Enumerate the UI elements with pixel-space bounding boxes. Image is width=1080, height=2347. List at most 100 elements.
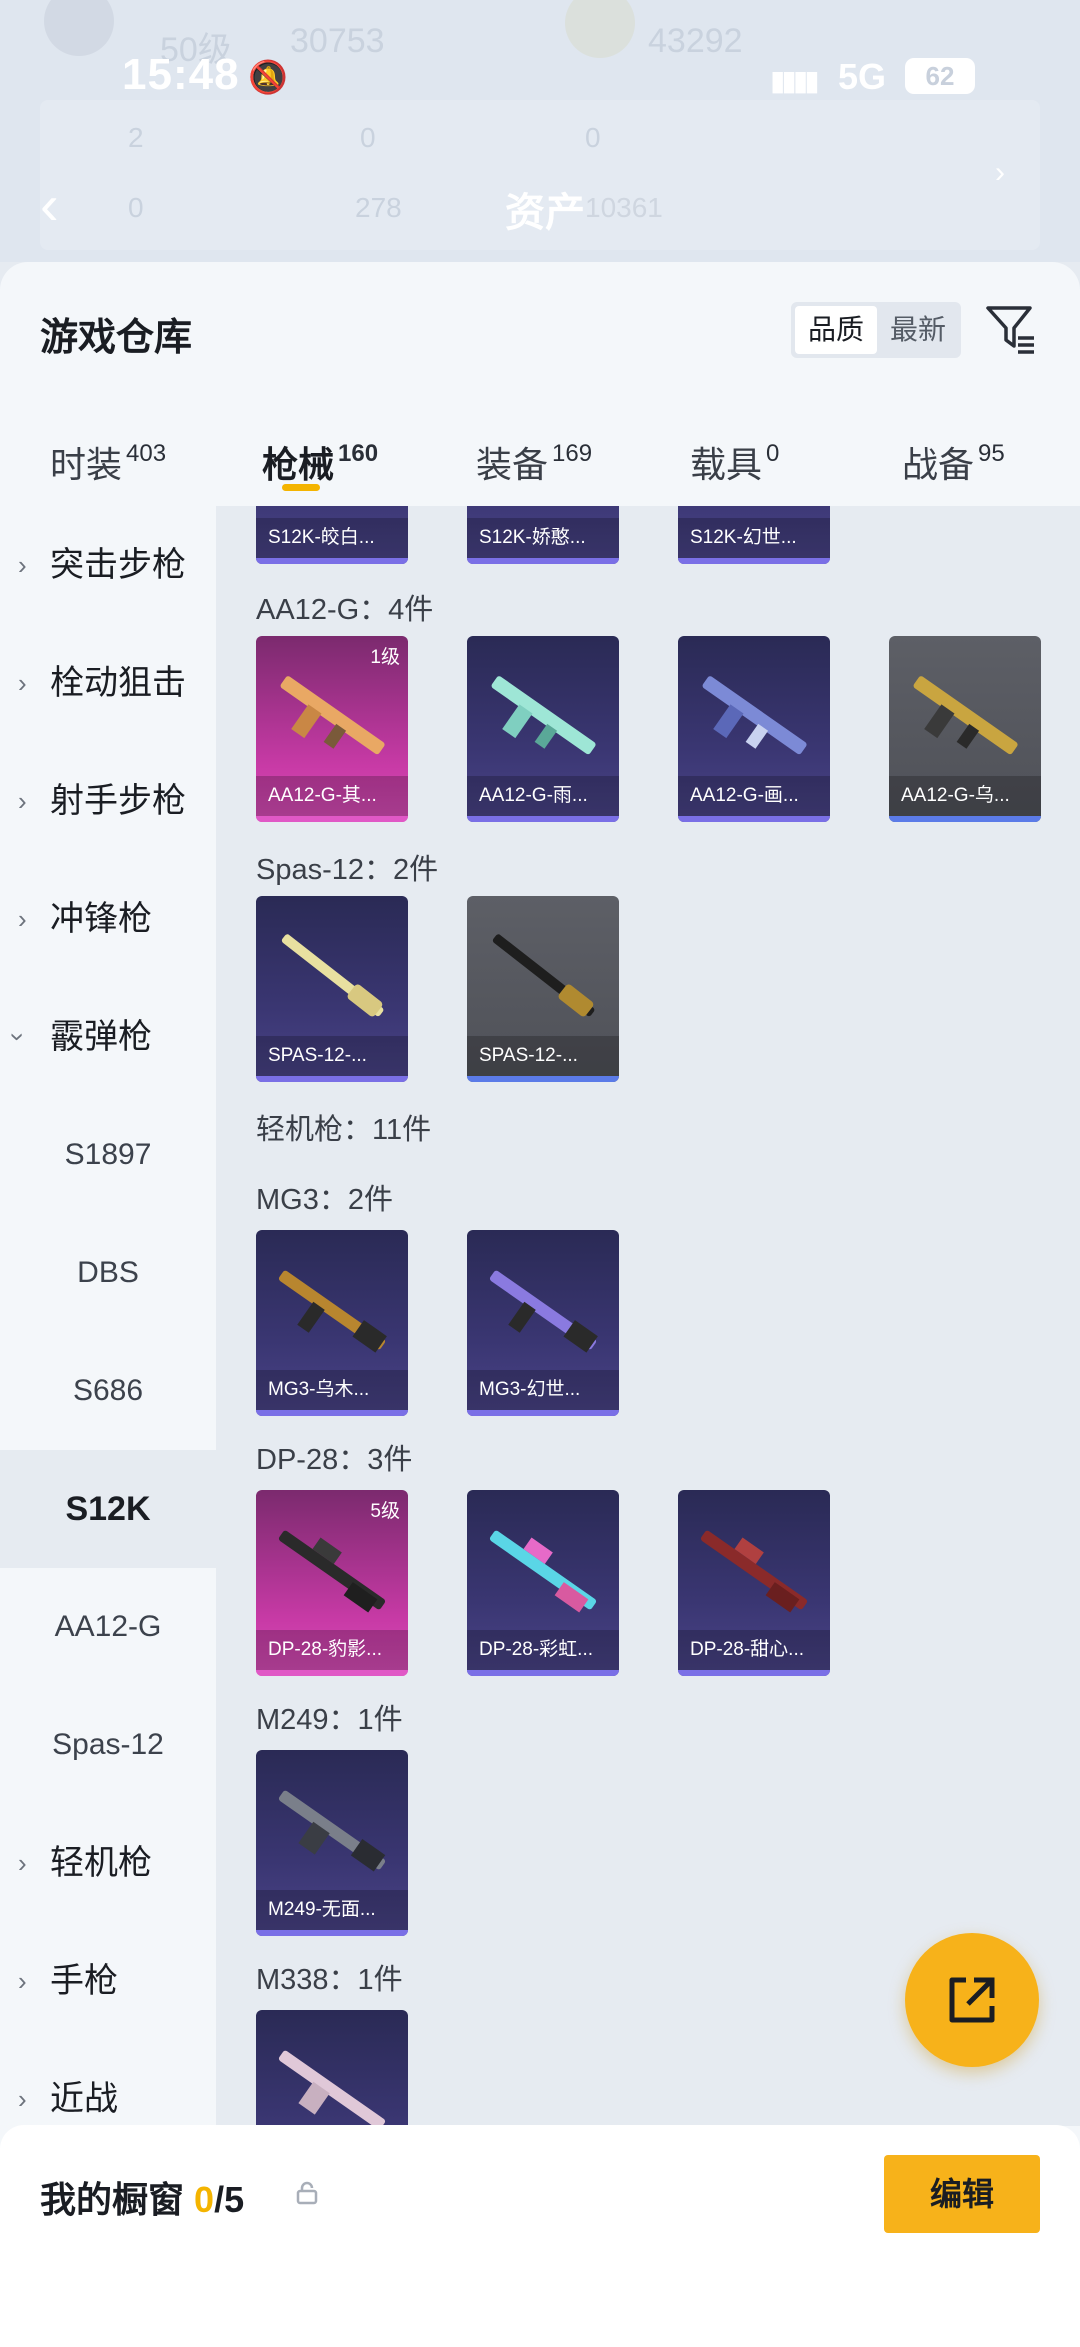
weapon-name: AA12-G-其... — [256, 776, 408, 816]
mute-bell-icon: 🔕 — [248, 59, 288, 95]
machine-gun-icon — [278, 2050, 386, 2126]
rarity-strip — [256, 1670, 408, 1676]
sidebar-item-pistol[interactable]: › 手枪 — [0, 1922, 216, 2040]
sidebar-item-marksman-rifle[interactable]: › 射手步枪 — [0, 742, 216, 860]
sidebar-item-label: 射手步枪 — [50, 782, 186, 820]
battery-icon: 62 — [905, 58, 975, 94]
tab-vehicles[interactable]: 载具 0 — [690, 436, 779, 516]
back-arrow-icon[interactable]: ‹ — [40, 172, 59, 237]
stat-1: 2 — [128, 122, 144, 153]
machine-gun-icon — [489, 1270, 598, 1353]
machine-gun-icon — [489, 1530, 597, 1613]
sidebar-item-lmg[interactable]: › 轻机枪 — [0, 1804, 216, 1922]
network-type: 5G — [838, 56, 887, 97]
panel-title: 游戏仓库 — [40, 317, 193, 359]
active-tab-indicator — [282, 484, 320, 491]
showcase-title: 我的橱窗 — [40, 2179, 185, 2220]
weapon-card[interactable]: 5级 DP-28-豹影... — [256, 1490, 408, 1676]
shotgun-icon — [492, 934, 595, 1017]
weapon-card[interactable]: M249-无面... — [256, 1750, 408, 1936]
weapon-card[interactable] — [256, 2010, 408, 2126]
share-icon — [949, 1977, 995, 2023]
tab-label: 枪械 — [262, 444, 335, 485]
chevron-right-icon: › — [18, 1966, 27, 1996]
weapon-card[interactable]: SPAS-12-... — [467, 896, 619, 1082]
weapon-card[interactable]: MG3-幻世... — [467, 1230, 619, 1416]
sidebar-item-label: 冲锋枪 — [50, 900, 152, 938]
weapon-card[interactable]: MG3-乌木... — [256, 1230, 408, 1416]
weapon-name: S12K-幻世... — [678, 518, 830, 558]
weapon-name: MG3-乌木... — [256, 1370, 408, 1410]
tab-equipment[interactable]: 装备 169 — [476, 436, 592, 516]
sort-quality-button[interactable]: 品质 — [795, 306, 877, 354]
sidebar-item-label: 手枪 — [50, 1962, 118, 2000]
weapon-card[interactable]: S12K-幻世... — [678, 506, 830, 564]
showcase-bar: 我的橱窗 0/5 编辑 — [0, 2125, 1080, 2347]
chevron-right-icon[interactable]: › — [995, 156, 1005, 190]
sidebar-sub-dbs[interactable]: DBS — [0, 1214, 216, 1332]
shotgun-icon — [280, 676, 385, 755]
stat-5: 278 — [355, 192, 402, 223]
rarity-strip — [889, 816, 1041, 822]
sidebar-item-smg[interactable]: › 冲锋枪 — [0, 860, 216, 978]
weapon-card[interactable]: DP-28-彩虹... — [467, 1490, 619, 1676]
weapon-grid: S12K-皎白... S12K-娇憨... S12K-幻世... AA12-G：… — [216, 506, 1080, 2126]
section-title: M338：1件 — [256, 1964, 403, 1996]
machine-gun-icon — [700, 1530, 808, 1613]
section-title: Spas-12：2件 — [256, 854, 439, 886]
section-title: M249：1件 — [256, 1704, 403, 1736]
weapon-card[interactable]: AA12-G-雨... — [467, 636, 619, 822]
sort-newest-button[interactable]: 最新 — [879, 306, 957, 354]
weapon-name: M249-无面... — [256, 1890, 408, 1930]
tab-label: 时装 — [50, 444, 123, 485]
tab-battle-gear[interactable]: 战备 95 — [902, 436, 1005, 516]
stat-3: 0 — [585, 122, 601, 153]
status-bar: 15:48 🔕 ▮▮▮▮ 5G 62 — [0, 50, 1080, 110]
profile-header-background: 50级 30753 43292 2 0 0 0 278 15:48 🔕 ▮▮▮▮… — [0, 0, 1080, 262]
share-button[interactable] — [905, 1933, 1039, 2067]
signal-icon: ▮▮▮▮ — [770, 65, 820, 96]
rarity-strip — [467, 1670, 619, 1676]
tab-fashion[interactable]: 时装 403 — [50, 436, 166, 516]
weapon-card[interactable]: AA12-G-画... — [678, 636, 830, 822]
weapon-card[interactable]: 1级 AA12-G-其... — [256, 636, 408, 822]
tab-firearms[interactable]: 枪械 160 — [262, 436, 378, 516]
showcase-label: 我的橱窗 0/5 — [40, 2171, 244, 2223]
rarity-strip — [678, 1670, 830, 1676]
weapon-name: S12K-皎白... — [256, 518, 408, 558]
rarity-strip — [467, 1076, 619, 1082]
sidebar-sub-aa12g[interactable]: AA12-G — [0, 1568, 216, 1686]
weapon-card[interactable]: DP-28-甜心... — [678, 1490, 830, 1676]
sidebar-item-label: 轻机枪 — [50, 1844, 152, 1882]
stat-2: 0 — [360, 122, 376, 153]
shotgun-icon — [281, 934, 384, 1017]
machine-gun-icon — [278, 1270, 387, 1353]
sidebar-item-shotgun[interactable]: › 霰弹枪 — [0, 978, 216, 1096]
rarity-strip — [256, 558, 408, 564]
edit-button[interactable]: 编辑 — [884, 2155, 1040, 2233]
weapon-card[interactable]: S12K-娇憨... — [467, 506, 619, 564]
rarity-strip — [256, 816, 408, 822]
tab-label: 载具 — [690, 444, 763, 485]
weapon-card[interactable]: S12K-皎白... — [256, 506, 408, 564]
sort-toggle: 品质 最新 — [791, 302, 961, 358]
sidebar-item-assault-rifle[interactable]: › 突击步枪 — [0, 506, 216, 624]
category-tabs: 时装 403 枪械 160 装备 169 载具 0 战备 95 — [0, 412, 1080, 502]
chevron-right-icon: › — [18, 786, 27, 816]
shotgun-icon — [491, 676, 596, 755]
sidebar-item-label: 霰弹枪 — [50, 1018, 152, 1056]
sidebar-item-bolt-sniper[interactable]: › 栓动狙击 — [0, 624, 216, 742]
weapon-name: AA12-G-雨... — [467, 776, 619, 816]
sidebar-sub-s12k[interactable]: S12K — [0, 1450, 216, 1568]
sidebar-sub-spas12[interactable]: Spas-12 — [0, 1686, 216, 1804]
sidebar-sub-s686[interactable]: S686 — [0, 1332, 216, 1450]
weapon-card[interactable]: AA12-G-乌... — [889, 636, 1041, 822]
sidebar-item-label: 栓动狙击 — [50, 664, 186, 702]
weapon-card[interactable]: SPAS-12-... — [256, 896, 408, 1082]
tab-count: 169 — [552, 440, 593, 467]
chevron-right-icon: › — [18, 1848, 27, 1878]
filter-icon[interactable] — [982, 300, 1038, 356]
sidebar-sub-s1897[interactable]: S1897 — [0, 1096, 216, 1214]
weapon-category-sidebar: › 突击步枪 › 栓动狙击 › 射手步枪 › 冲锋枪 › 霰弹枪 S1897 D… — [0, 506, 216, 2126]
weapon-name: DP-28-彩虹... — [467, 1630, 619, 1670]
